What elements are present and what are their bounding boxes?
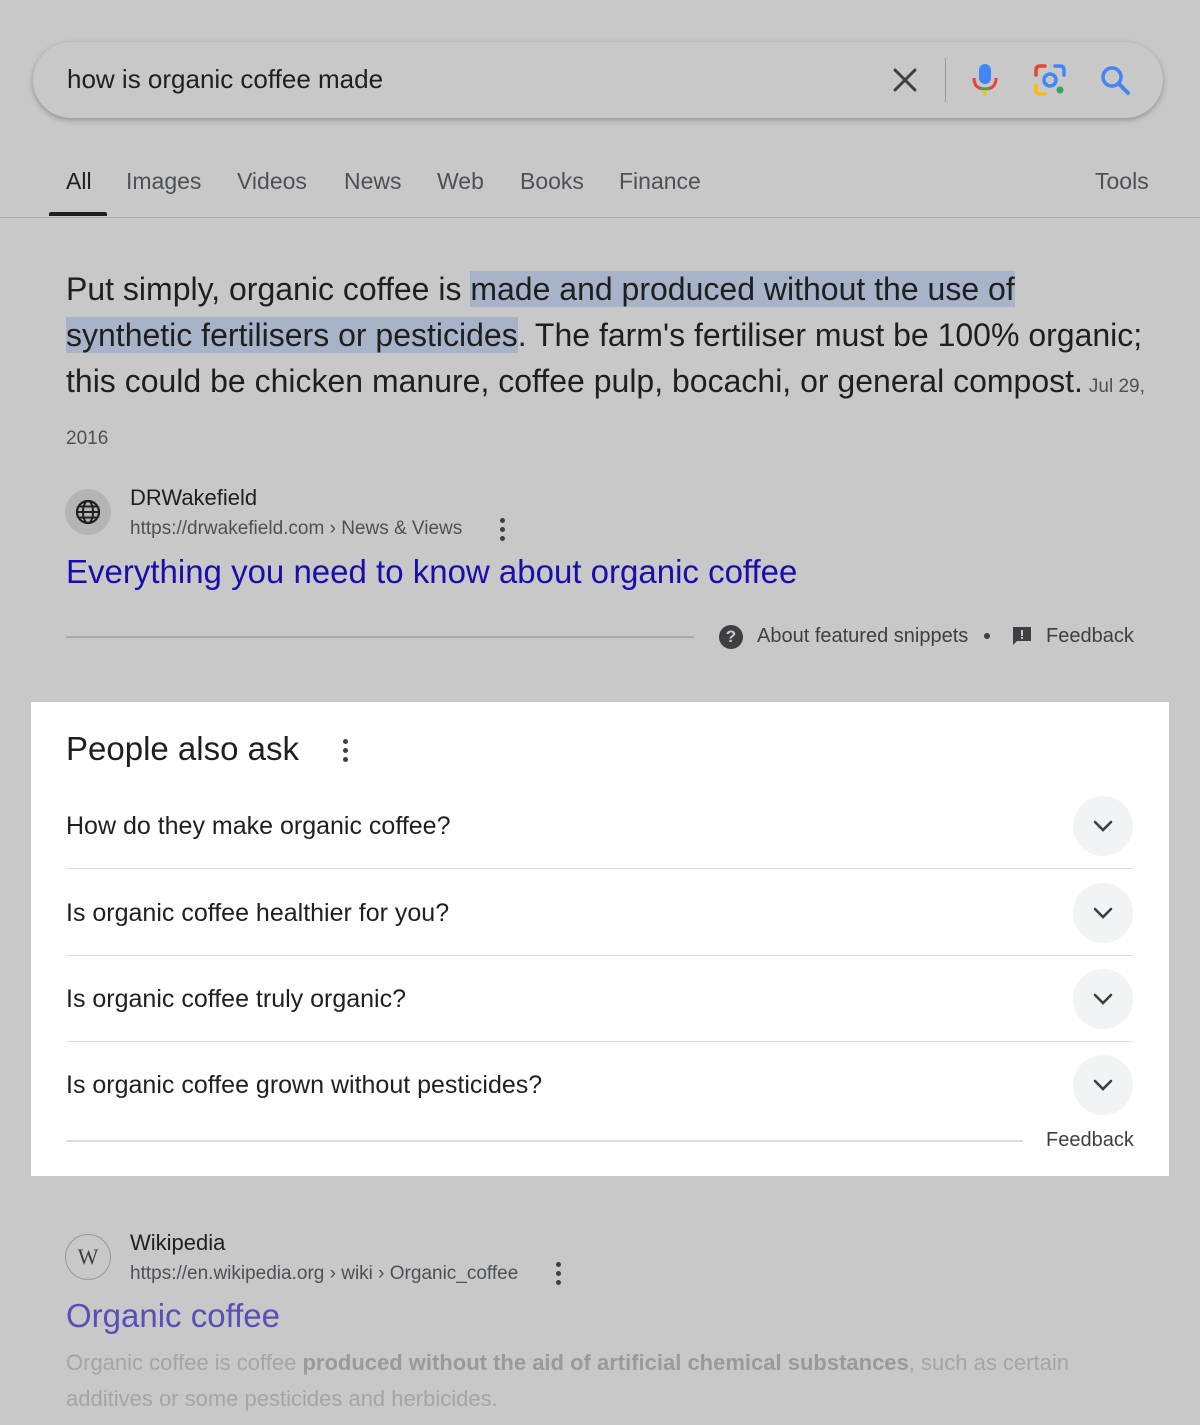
help-icon[interactable]: ? [719, 625, 743, 649]
tab-all[interactable]: All [66, 168, 92, 195]
tab-finance[interactable]: Finance [619, 168, 701, 195]
snippet-feedback-link[interactable]: Feedback [1046, 625, 1134, 648]
wikipedia-logo-icon[interactable]: W [65, 1234, 111, 1280]
paa-question-text: Is organic coffee grown without pesticid… [66, 1071, 543, 1099]
dot-separator [984, 633, 990, 639]
tab-books[interactable]: Books [520, 168, 584, 195]
wikipedia-result-title-link[interactable]: Organic coffee [66, 1297, 280, 1335]
people-also-ask-panel: People also ask How do they make organic… [31, 702, 1169, 1176]
wikipedia-source-url[interactable]: https://en.wikipedia.org › wiki › Organi… [130, 1263, 518, 1285]
paa-question-4[interactable]: Is organic coffee grown without pesticid… [66, 1042, 1133, 1128]
tab-videos[interactable]: Videos [237, 168, 307, 195]
source-url[interactable]: https://drwakefield.com › News & Views [130, 518, 462, 540]
search-divider [945, 58, 946, 102]
paa-question-2[interactable]: Is organic coffee healthier for you? [66, 870, 1133, 956]
search-tabs: All Images Videos News Web Books Finance… [0, 150, 1200, 218]
chevron-down-icon[interactable] [1073, 796, 1133, 856]
snippet-text-before: Put simply, organic coffee is [66, 271, 471, 307]
feedback-icon[interactable] [1012, 626, 1032, 646]
featured-snippet-text: Put simply, organic coffee is made and p… [66, 266, 1146, 462]
tab-news[interactable]: News [344, 168, 402, 195]
paa-feedback-link[interactable]: Feedback [1046, 1129, 1134, 1152]
close-icon[interactable] [883, 58, 927, 102]
about-featured-snippets-link[interactable]: About featured snippets [757, 625, 968, 648]
snippet-divider [66, 636, 694, 638]
tab-images[interactable]: Images [126, 168, 201, 195]
wikipedia-more-options-icon[interactable] [548, 1259, 568, 1289]
paa-more-options-icon[interactable] [335, 736, 355, 766]
chevron-down-icon[interactable] [1073, 883, 1133, 943]
paa-question-3[interactable]: Is organic coffee truly organic? [66, 956, 1133, 1042]
paa-divider [66, 868, 1133, 869]
paa-question-1[interactable]: How do they make organic coffee? [66, 783, 1133, 869]
chevron-down-icon[interactable] [1073, 1055, 1133, 1115]
tools-button[interactable]: Tools [1095, 168, 1149, 195]
tab-web[interactable]: Web [437, 168, 484, 195]
wiki-snippet-bold: produced without the aid of artificial c… [302, 1350, 909, 1375]
paa-footer-divider [66, 1140, 1023, 1142]
result-title-link[interactable]: Everything you need to know about organi… [66, 553, 797, 591]
source-name[interactable]: DRWakefield [130, 485, 257, 511]
wikipedia-source-name[interactable]: Wikipedia [130, 1230, 225, 1256]
search-input[interactable]: how is organic coffee made [67, 64, 383, 95]
wiki-snippet-start: Organic coffee is coffee [66, 1350, 303, 1375]
microphone-icon[interactable] [963, 58, 1007, 102]
people-also-ask-title: People also ask [66, 730, 299, 767]
more-options-icon[interactable] [492, 515, 512, 545]
search-icon[interactable] [1093, 58, 1137, 102]
chevron-down-icon[interactable] [1073, 969, 1133, 1029]
active-tab-indicator [49, 212, 107, 216]
globe-icon[interactable] [65, 489, 111, 535]
search-bar[interactable]: how is organic coffee made [33, 42, 1163, 118]
paa-question-text: Is organic coffee truly organic? [66, 985, 407, 1013]
paa-question-text: How do they make organic coffee? [66, 812, 451, 840]
wikipedia-snippet: Organic coffee is coffee produced withou… [66, 1345, 1146, 1417]
lens-camera-icon[interactable] [1028, 58, 1072, 102]
paa-question-text: Is organic coffee healthier for you? [66, 899, 450, 927]
